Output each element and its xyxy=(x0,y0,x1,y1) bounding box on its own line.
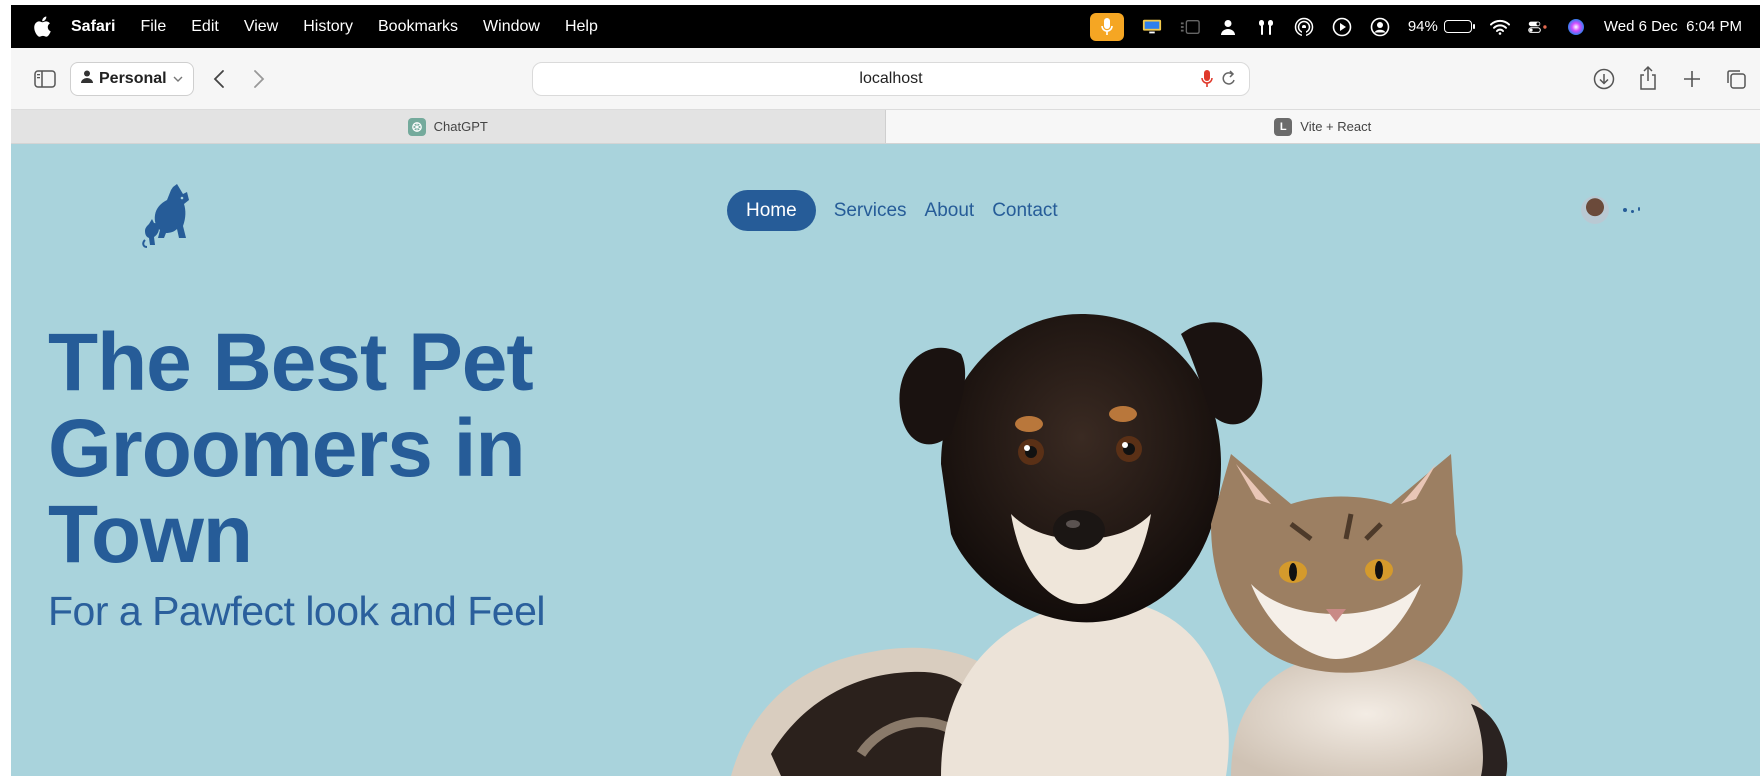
reload-icon[interactable] xyxy=(1221,70,1237,93)
nav-services[interactable]: Services xyxy=(834,200,907,222)
screen-share-icon[interactable] xyxy=(1142,17,1162,37)
user-icon[interactable] xyxy=(1218,17,1238,37)
person-icon xyxy=(81,70,93,88)
back-button-icon[interactable] xyxy=(207,66,231,92)
airdrop-icon[interactable] xyxy=(1294,17,1314,37)
nav-contact[interactable]: Contact xyxy=(992,200,1057,222)
chevron-down-icon xyxy=(173,70,183,88)
battery-percent: 94% xyxy=(1407,18,1438,35)
avatar[interactable] xyxy=(1581,196,1609,224)
tab-favicon-letter: L xyxy=(1274,117,1293,136)
pet-logo-icon[interactable] xyxy=(141,180,201,248)
share-icon[interactable] xyxy=(1635,63,1661,93)
downloads-icon[interactable] xyxy=(1591,66,1617,92)
menu-history[interactable]: History xyxy=(303,18,353,36)
tab-chatgpt[interactable]: ChatGPT xyxy=(11,110,886,143)
nav-home[interactable]: Home xyxy=(727,190,816,231)
wifi-icon[interactable] xyxy=(1489,17,1510,37)
apple-menu-icon[interactable] xyxy=(33,16,63,37)
sidebar-toggle-icon[interactable] xyxy=(33,67,57,91)
tab-vite-react[interactable]: L Vite + React xyxy=(885,110,1760,143)
main-nav: Home Services About Contact xyxy=(727,190,1058,231)
menu-file[interactable]: File xyxy=(140,18,166,36)
webpage-content: Home Services About Contact The Best Pet… xyxy=(11,144,1760,776)
menu-edit[interactable]: Edit xyxy=(191,18,219,36)
microphone-active-icon[interactable] xyxy=(1089,12,1124,41)
safari-toolbar: Personal localhost xyxy=(11,48,1760,110)
tab-bar: ChatGPT L Vite + React xyxy=(11,110,1760,144)
new-tab-icon[interactable] xyxy=(1679,66,1705,92)
status-area: 94% Wed 6 Dec 6:04 PM xyxy=(1089,5,1742,48)
tab-label: Vite + React xyxy=(1300,119,1372,134)
control-center-icon[interactable] xyxy=(1528,17,1548,37)
nav-about[interactable]: About xyxy=(925,200,975,222)
now-playing-icon[interactable] xyxy=(1332,17,1352,37)
menu-app-name[interactable]: Safari xyxy=(71,18,115,36)
chatgpt-icon xyxy=(407,117,426,136)
macos-menu-bar: Safari File Edit View History Bookmarks … xyxy=(11,5,1760,48)
menu-view[interactable]: View xyxy=(244,18,278,36)
menu-window[interactable]: Window xyxy=(483,18,540,36)
account-circle-icon[interactable] xyxy=(1370,17,1390,37)
hero-headline: The Best Pet Groomers in Town xyxy=(48,317,534,580)
url-text: localhost xyxy=(859,70,923,87)
airpods-icon[interactable] xyxy=(1256,17,1276,37)
menu-bookmarks[interactable]: Bookmarks xyxy=(378,18,458,36)
menu-help[interactable]: Help xyxy=(565,18,598,36)
profile-label: Personal xyxy=(99,70,167,87)
hero-subheadline: For a Pawfect look and Feel xyxy=(48,588,545,634)
address-bar[interactable]: localhost xyxy=(532,62,1250,96)
battery-status[interactable]: 94% xyxy=(1407,18,1475,35)
more-dots-icon[interactable] xyxy=(1623,206,1640,213)
forward-button-icon[interactable] xyxy=(247,66,271,92)
hero-pets-image xyxy=(711,284,1760,776)
battery-icon xyxy=(1443,20,1475,33)
microphone-icon[interactable] xyxy=(1201,70,1213,93)
siri-icon[interactable] xyxy=(1566,17,1586,37)
user-menu[interactable] xyxy=(1581,196,1640,224)
menubar-clock[interactable]: Wed 6 Dec 6:04 PM xyxy=(1604,18,1742,35)
tab-label: ChatGPT xyxy=(433,119,488,134)
menu-items: Safari File Edit View History Bookmarks … xyxy=(71,18,623,36)
stage-manager-icon[interactable] xyxy=(1180,17,1200,37)
tab-overview-icon[interactable] xyxy=(1723,66,1749,92)
profile-selector[interactable]: Personal xyxy=(70,62,194,96)
